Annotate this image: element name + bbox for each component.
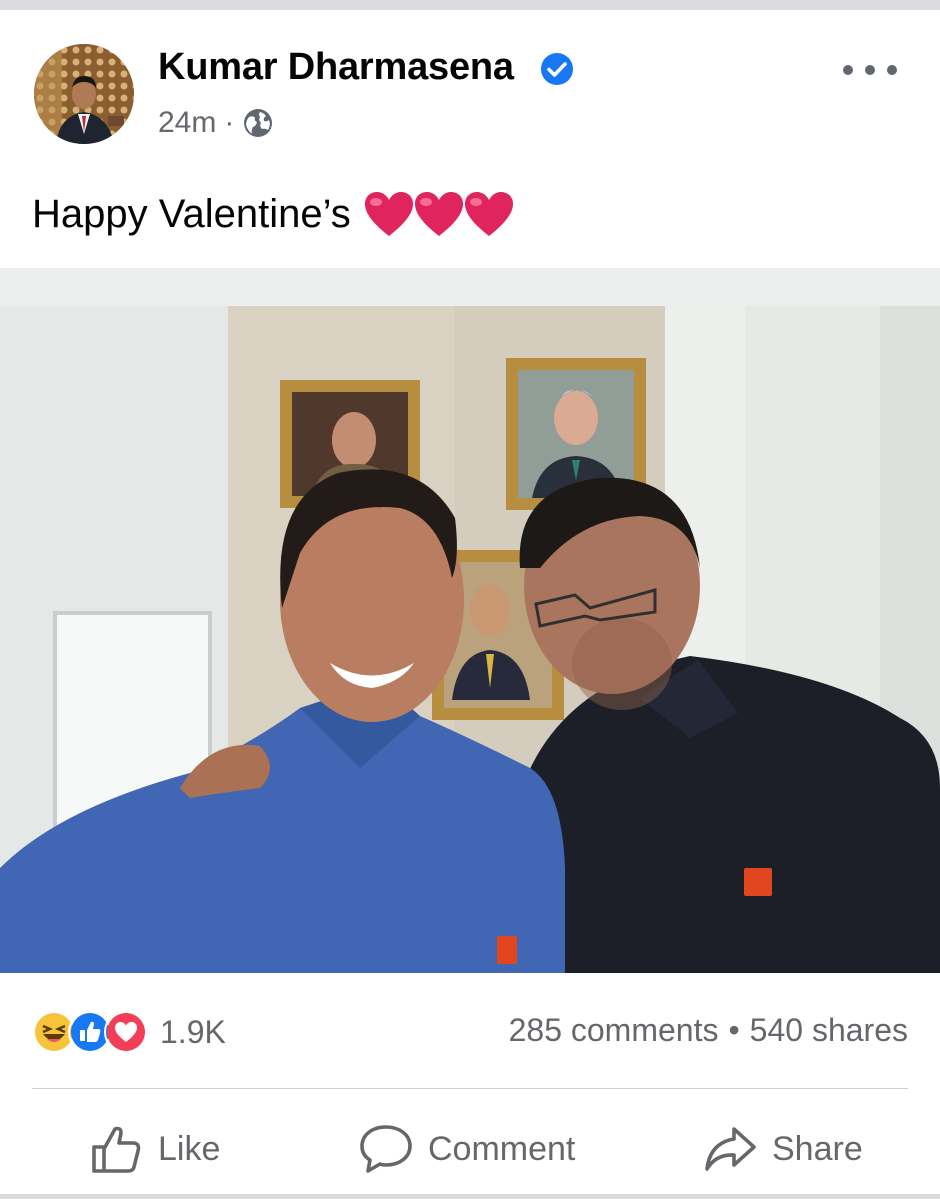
post-meta: 24m · bbox=[158, 106, 274, 140]
bottom-edge bbox=[0, 1194, 940, 1199]
comment-count[interactable]: 285 comments bbox=[509, 1012, 719, 1048]
post-body: Happy Valentine’s bbox=[32, 190, 513, 238]
meta-separator: · bbox=[224, 106, 235, 139]
dot-icon bbox=[865, 65, 875, 75]
post-time[interactable]: 24m bbox=[158, 106, 216, 140]
reaction-count: 1.9K bbox=[160, 1013, 226, 1050]
dot-icon bbox=[843, 65, 853, 75]
red-heart-icon bbox=[414, 192, 463, 236]
top-edge bbox=[0, 0, 940, 10]
post-text: Happy Valentine’s bbox=[32, 191, 351, 236]
more-options-button[interactable] bbox=[843, 50, 897, 90]
engagement-counts: 285 comments • 540 shares bbox=[509, 1012, 908, 1049]
post-photo[interactable] bbox=[0, 268, 940, 973]
dot-icon bbox=[887, 65, 897, 75]
like-button[interactable]: Like bbox=[88, 1114, 220, 1184]
comment-button[interactable]: Comment bbox=[358, 1114, 575, 1184]
like-label: Like bbox=[158, 1129, 221, 1168]
verified-badge-icon bbox=[541, 53, 573, 85]
share-arrow-icon bbox=[705, 1127, 756, 1171]
share-button[interactable]: Share bbox=[702, 1114, 863, 1184]
red-heart-icon bbox=[464, 192, 513, 236]
comment-bubble-icon bbox=[360, 1125, 412, 1173]
share-label: Share bbox=[772, 1129, 863, 1168]
author-avatar[interactable] bbox=[34, 44, 134, 144]
share-count[interactable]: 540 shares bbox=[750, 1012, 908, 1048]
divider bbox=[32, 1088, 908, 1089]
red-heart-icon bbox=[364, 192, 413, 236]
action-bar: Like Comment Share bbox=[0, 1114, 940, 1184]
count-separator: • bbox=[728, 1012, 740, 1048]
thumbs-up-icon bbox=[92, 1126, 141, 1173]
author-name[interactable]: Kumar Dharmasena bbox=[158, 46, 514, 89]
love-reaction-icon bbox=[104, 1010, 148, 1054]
comment-label: Comment bbox=[428, 1129, 576, 1168]
globe-icon bbox=[244, 109, 273, 137]
post-card: Kumar Dharmasena 24m · Happy Valentine’s bbox=[0, 10, 940, 1194]
reaction-summary[interactable]: 1.9K bbox=[32, 1010, 226, 1054]
heart-emojis bbox=[363, 190, 513, 238]
